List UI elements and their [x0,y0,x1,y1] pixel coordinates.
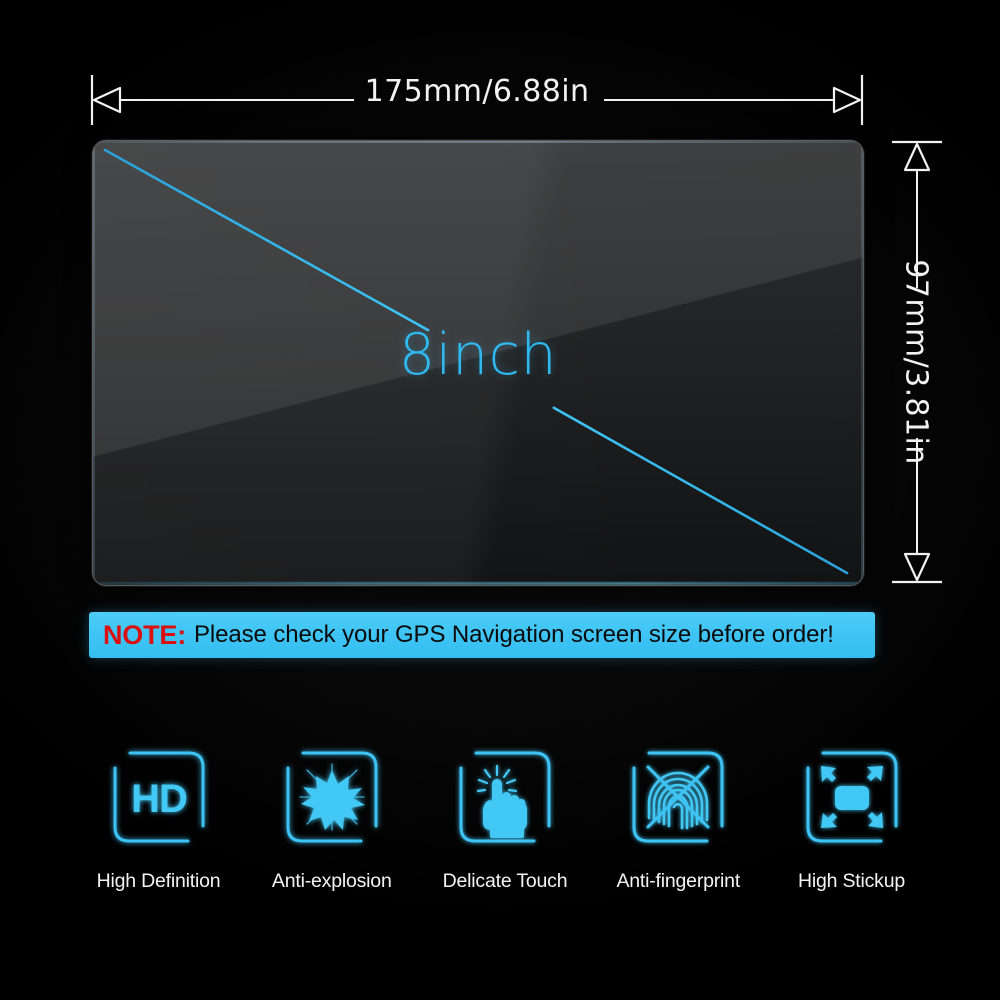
height-bottom-arrowhead [903,552,931,582]
glass-diagonal-upper [103,148,430,332]
feature-label: High Stickup [797,870,906,892]
glass-bevel-bottom [93,582,863,585]
width-dimension-label: 175mm/6.88in [364,74,590,109]
svg-text:HD: HD [131,777,187,821]
expand-arrows-icon [803,748,901,846]
glass-diagonal-lower [552,406,849,575]
height-dimension-label: 97mm/3.81in [898,259,934,465]
feature-label: Delicate Touch [442,870,568,892]
height-dimension: 97mm/3.81in [884,138,948,586]
width-dimension: 175mm/6.88in [86,72,868,128]
feature-anti-fingerprint: Anti-fingerprint [592,748,765,893]
feature-label: Anti-explosion [271,870,392,892]
glass-screen-protector-panel: 8inch [92,140,864,586]
fingerprint-crossed-icon [629,748,727,846]
explosion-icon [283,748,381,846]
note-tag: NOTE: [103,619,186,650]
height-top-arrowhead [903,142,931,172]
glass-bevel-top [93,141,863,143]
note-banner: NOTE: Please check your GPS Navigation s… [89,612,875,658]
note-message: Please check your GPS Navigation screen … [194,621,834,648]
feature-anti-explosion: Anti-explosion [245,748,418,893]
feature-high-stickup: High Stickup [765,748,938,893]
hd-icon: HD [110,748,208,846]
feature-label: High Definition [96,870,221,892]
feature-label: Anti-fingerprint [616,870,741,892]
touch-hand-icon [456,748,554,846]
feature-high-definition: HD High Definition [72,748,245,893]
screen-size-label: 8inch [398,322,558,388]
feature-list: HD High Definition Anti-explosion Delica… [72,748,938,938]
infographic-canvas: 175mm/6.88in 97mm/3.81in 8inch NOTE: Ple… [0,0,1000,1000]
feature-delicate-touch: Delicate Touch [419,748,592,893]
